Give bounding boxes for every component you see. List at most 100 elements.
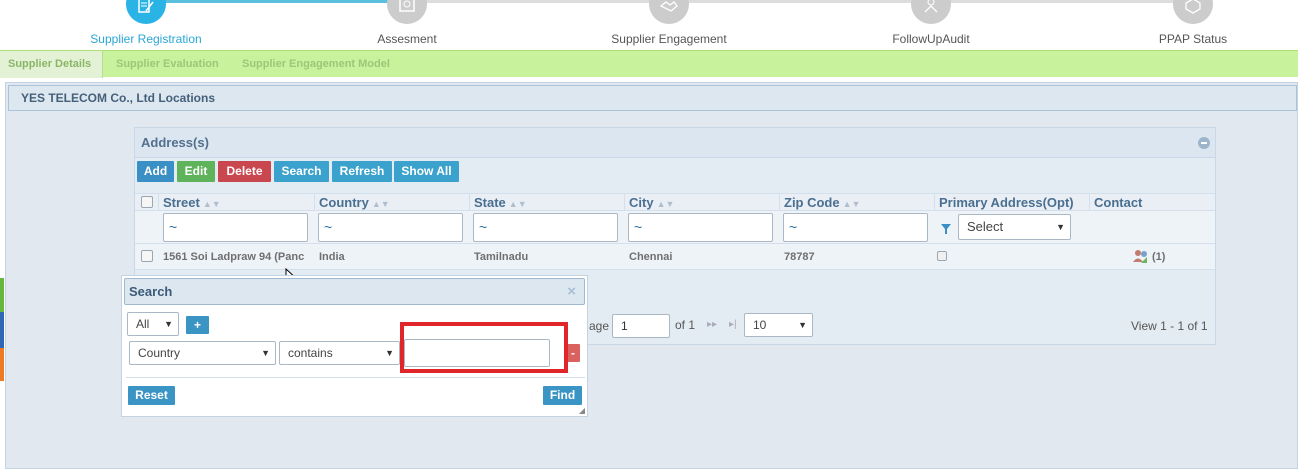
chevron-down-icon: ▼	[261, 348, 270, 358]
street-filter-input[interactable]: ~	[163, 213, 308, 242]
select-value: contains	[288, 346, 333, 360]
reset-button[interactable]: Reset	[128, 386, 175, 405]
next-page-icon[interactable]: ▸▸	[707, 319, 717, 330]
dialog-title: Search ×	[124, 278, 585, 305]
view-records-text: View 1 - 1 of 1	[1131, 319, 1208, 333]
stepper-connector	[146, 0, 406, 3]
filter-row: ~ ~ ~ ~ ~ Select ▼	[135, 211, 1215, 244]
zip-filter-input[interactable]: ~	[783, 213, 928, 242]
select-value: 10	[753, 318, 767, 332]
show-all-button[interactable]: Show All	[394, 161, 459, 182]
select-all-cell	[135, 194, 159, 211]
step-label: FollowUpAudit	[892, 32, 970, 46]
column-label: State	[474, 195, 506, 210]
cell-zip: 78787	[784, 251, 815, 263]
progress-stepper: Supplier Registration Assesment Supplier…	[0, 0, 1298, 50]
select-value: Select	[967, 219, 1004, 234]
page-total: of 1	[675, 318, 696, 332]
close-icon[interactable]: ×	[567, 279, 576, 304]
find-button[interactable]: Find	[543, 386, 582, 405]
collapse-icon[interactable]	[1198, 137, 1210, 149]
contact-count: (1)	[1152, 251, 1166, 263]
column-label: Country	[319, 195, 369, 210]
sidebar-accent	[0, 312, 4, 348]
step-label: Assesment	[377, 32, 437, 46]
chevron-down-icon: ▼	[798, 320, 807, 330]
remove-rule-button[interactable]: -	[566, 344, 580, 362]
filter-icon	[941, 223, 951, 237]
chevron-down-icon: ▼	[1056, 222, 1065, 232]
last-page-icon[interactable]: ▸|	[729, 319, 737, 330]
column-contact[interactable]: Contact	[1090, 194, 1215, 211]
chevron-down-icon: ▼	[385, 348, 394, 358]
page-size-select[interactable]: 10 ▼	[744, 313, 813, 337]
column-label: City	[629, 195, 654, 210]
column-primary-address[interactable]: Primary Address(Opt)	[935, 194, 1090, 211]
step-label: Supplier Registration	[90, 32, 202, 46]
add-button[interactable]: Add	[137, 161, 174, 182]
column-label: Contact	[1094, 195, 1143, 210]
select-all-checkbox[interactable]	[141, 196, 153, 208]
step-label: PPAP Status	[1158, 32, 1228, 46]
sort-icon: ▲▼	[656, 199, 675, 209]
select-value: Country	[138, 346, 181, 360]
sidebar-accent	[0, 278, 4, 312]
column-label: Primary Address(Opt)	[939, 195, 1074, 210]
tab-supplier-details[interactable]: Supplier Details	[0, 51, 103, 78]
refresh-button[interactable]: Refresh	[332, 161, 392, 182]
select-value: All	[136, 317, 150, 331]
table-row[interactable]: 1561 Soi Ladpraw 94 (Panc India Tamilnad…	[135, 244, 1215, 270]
country-filter-input[interactable]: ~	[318, 213, 463, 242]
grid-caption: Address(s)	[135, 128, 1215, 158]
column-label: Zip Code	[784, 195, 840, 210]
tab-supplier-engagement-model[interactable]: Supplier Engagement Model	[234, 51, 398, 78]
ppap-icon	[1173, 0, 1213, 24]
primary-address-filter-select[interactable]: Select ▼	[958, 214, 1071, 240]
add-rule-button[interactable]: +	[186, 316, 209, 334]
page-label: age	[589, 319, 610, 333]
delete-button[interactable]: Delete	[218, 161, 271, 182]
column-street[interactable]: Street ▲▼	[159, 194, 315, 211]
search-operator-select[interactable]: contains ▼	[279, 341, 400, 365]
cell-country: India	[319, 251, 345, 263]
sort-icon: ▲▼	[371, 199, 390, 209]
audit-icon	[911, 0, 951, 24]
highlight-box	[400, 322, 568, 373]
contacts-icon[interactable]	[1133, 249, 1149, 266]
dialog-divider	[126, 377, 585, 378]
tab-bar: Supplier Details Supplier Evaluation Sup…	[0, 50, 1298, 78]
city-filter-input[interactable]: ~	[628, 213, 773, 242]
sort-icon: ▲▼	[508, 199, 527, 209]
sidebar-accent	[0, 348, 4, 381]
assessment-icon	[387, 0, 427, 24]
dialog-title-label: Search	[129, 284, 173, 299]
step-label: Supplier Engagement	[611, 32, 727, 46]
registration-icon	[126, 0, 166, 24]
chevron-down-icon: ▼	[164, 319, 173, 329]
edit-button[interactable]: Edit	[177, 161, 215, 182]
cell-city: Chennai	[629, 251, 673, 263]
page-number-input[interactable]: 1	[612, 314, 670, 338]
grid-caption-label: Address(s)	[141, 135, 209, 150]
column-zip-code[interactable]: Zip Code ▲▼	[780, 194, 935, 211]
page-title: YES TELECOM Co., Ltd Locations	[8, 85, 1297, 111]
group-operator-select[interactable]: All ▼	[127, 312, 179, 336]
cell-state: Tamilnadu	[474, 251, 529, 263]
sort-icon: ▲▼	[202, 199, 221, 209]
search-field-select[interactable]: Country ▼	[129, 341, 276, 365]
state-filter-input[interactable]: ~	[473, 213, 618, 242]
search-button[interactable]: Search	[274, 161, 329, 182]
cell-street: 1561 Soi Ladpraw 94 (Panc	[163, 251, 305, 263]
stepper-connector	[406, 0, 1194, 3]
tab-supplier-evaluation[interactable]: Supplier Evaluation	[108, 51, 227, 78]
row-checkbox[interactable]	[141, 250, 153, 262]
column-city[interactable]: City ▲▼	[625, 194, 780, 211]
resize-handle-icon[interactable]: ◢	[579, 406, 585, 415]
sort-icon: ▲▼	[842, 199, 861, 209]
primary-address-checkbox	[937, 251, 947, 261]
column-country[interactable]: Country ▲▼	[315, 194, 470, 211]
column-label: Street	[163, 195, 200, 210]
column-headers: Street ▲▼ Country ▲▼ State ▲▼ City ▲▼ Zip Co…	[135, 193, 1215, 211]
handshake-icon	[649, 0, 689, 24]
column-state[interactable]: State ▲▼	[470, 194, 625, 211]
